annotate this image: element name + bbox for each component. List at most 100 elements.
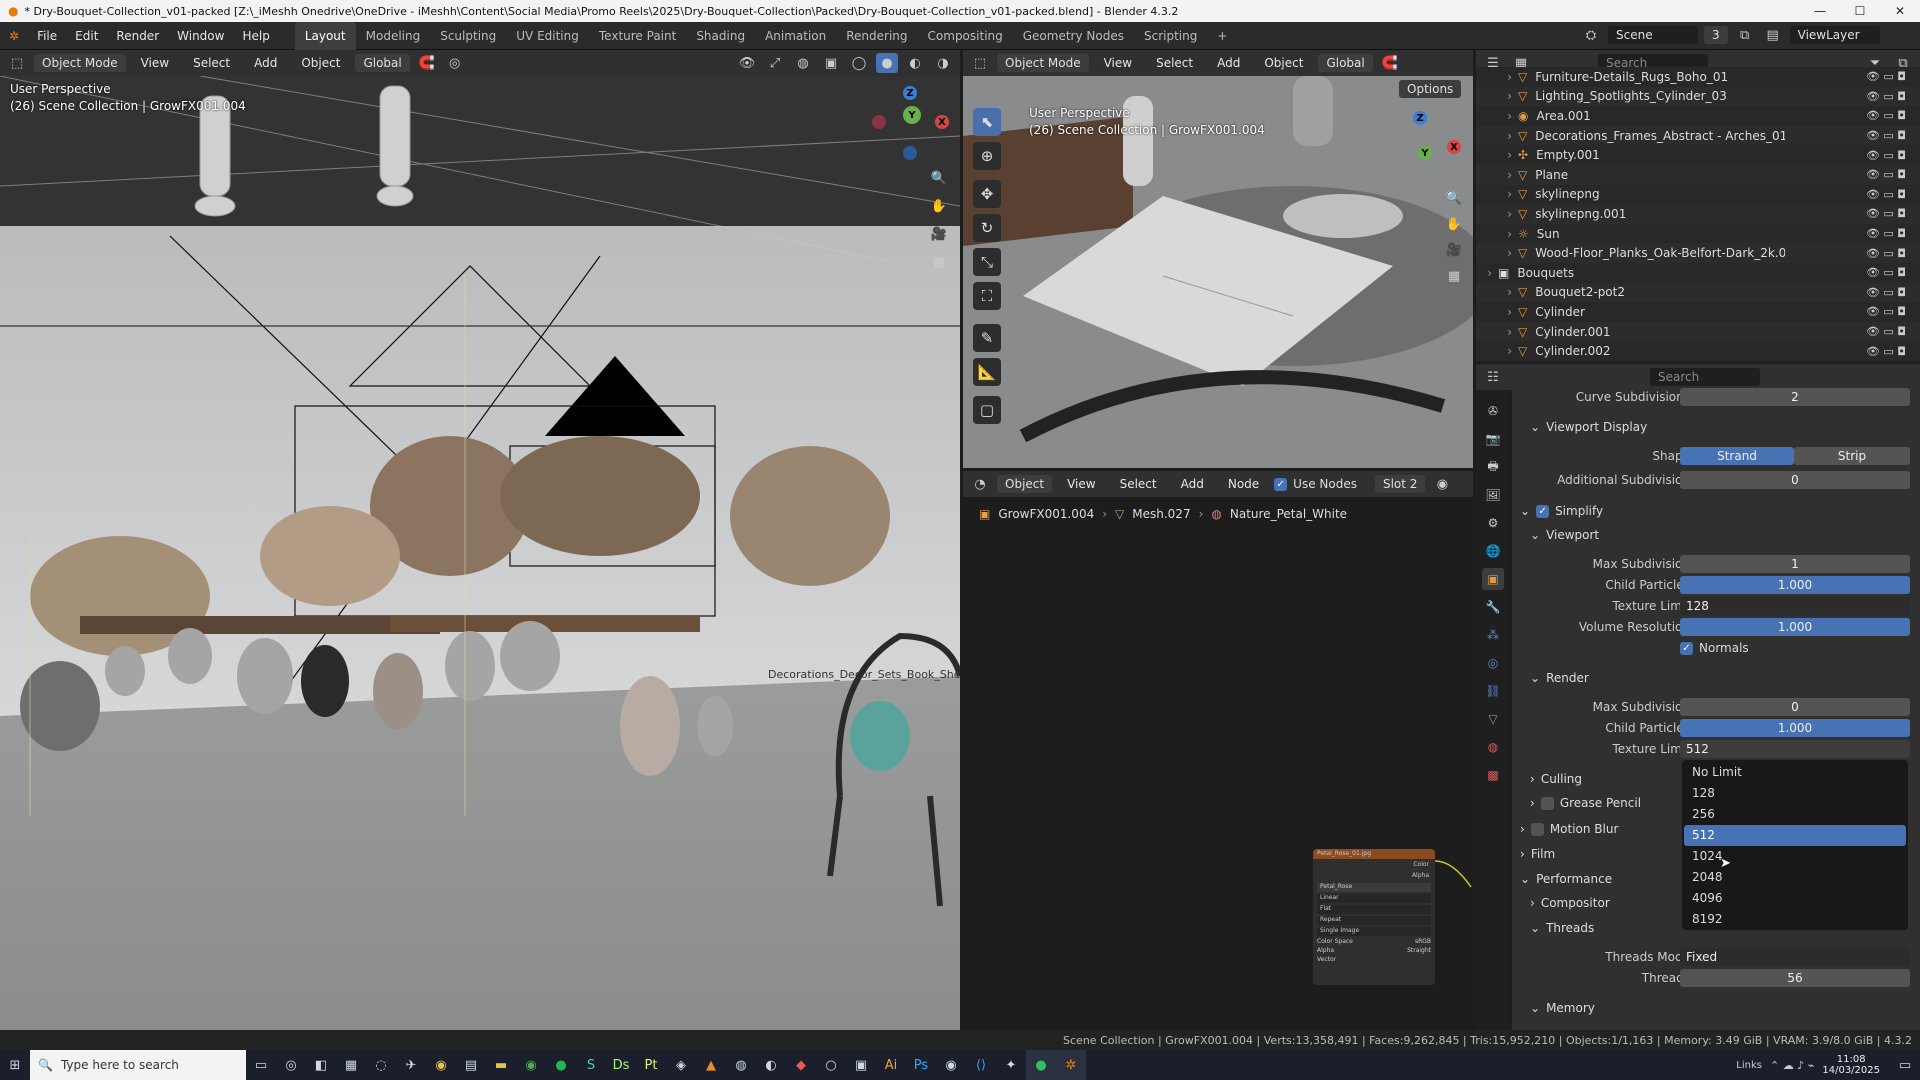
add-workspace-button[interactable]: + <box>1207 22 1237 50</box>
app-icon-3[interactable]: ▦ <box>336 1050 366 1080</box>
scene-name-field[interactable]: Scene <box>1608 26 1698 44</box>
expand-arrow-icon[interactable]: › <box>1476 168 1518 182</box>
node-interpolation[interactable]: Linear <box>1317 894 1431 903</box>
ortho-grid-icon[interactable]: ▦ <box>928 252 950 272</box>
right-pan-hand-icon[interactable]: ✋ <box>1443 214 1465 234</box>
tab-sculpting[interactable]: Sculpting <box>430 22 506 50</box>
blender-taskbar-icon[interactable]: ✲ <box>1056 1050 1086 1080</box>
view-layer-icon[interactable]: ▤ <box>1762 25 1784 45</box>
particles-tab-icon[interactable]: ⁂ <box>1482 624 1504 646</box>
node-menu-add[interactable]: Add <box>1172 470 1213 498</box>
right-gizmo-z[interactable]: Z <box>1413 111 1427 125</box>
texture-limit-option[interactable]: 4096 <box>1684 888 1906 909</box>
illustrator-icon[interactable]: Ai <box>876 1050 906 1080</box>
app-icon-13[interactable]: ✦ <box>996 1050 1026 1080</box>
snap-icon[interactable]: 🧲 <box>416 53 438 73</box>
gizmo-neg-x-axis[interactable] <box>872 115 886 129</box>
gizmo-neg-z-axis[interactable] <box>903 146 917 160</box>
outliner-item-name[interactable]: Wood-Floor_Planks_Oak-Belfort-Dark_2k.00… <box>1535 246 1785 260</box>
expand-arrow-icon[interactable]: › <box>1476 246 1518 260</box>
simplify-panel[interactable]: ⌄ ✓ Simplify <box>1520 501 1603 521</box>
visibility-toggle-icon[interactable]: 👁 ▭ ◘ <box>1866 247 1906 260</box>
outliner-item-name[interactable]: Cylinder.001 <box>1535 325 1610 339</box>
outliner-row[interactable]: › ▽ Plane 👁 ▭ ◘ <box>1476 165 1920 185</box>
menu-render[interactable]: Render <box>107 22 168 50</box>
visibility-toggle-icon[interactable]: 👁 ▭ ◘ <box>1866 227 1906 240</box>
overlay-icon[interactable]: ◍ <box>792 53 814 73</box>
constraints-tab-icon[interactable]: ⛓ <box>1482 680 1504 702</box>
right-gizmo-y[interactable]: Y <box>1418 146 1432 160</box>
shape-strip-button[interactable]: Strip <box>1794 447 1910 465</box>
view-layer-field[interactable]: ViewLayer <box>1789 26 1880 44</box>
visibility-icon[interactable]: 👁 <box>736 53 758 73</box>
right-grid-icon[interactable]: ▦ <box>1443 266 1465 286</box>
modifier-tab-icon[interactable]: 🔧 <box>1482 596 1504 618</box>
right-zoom-icon[interactable]: 🔍 <box>1443 188 1465 208</box>
outliner-row[interactable]: › ▽ Cylinder.002 👁 ▭ ◘ <box>1476 341 1920 361</box>
node-projection[interactable]: Flat <box>1317 905 1431 914</box>
visibility-toggle-icon[interactable]: 👁 ▭ ◘ <box>1866 207 1906 220</box>
scene-users-count[interactable]: 3 <box>1704 26 1728 44</box>
expand-arrow-icon[interactable]: › <box>1476 129 1518 143</box>
explorer-icon[interactable]: ▬ <box>486 1050 516 1080</box>
visibility-toggle-icon[interactable]: 👁 ▭ ◘ <box>1866 286 1906 299</box>
maximize-button[interactable]: ☐ <box>1840 0 1880 22</box>
visibility-toggle-icon[interactable]: 👁 ▭ ◘ <box>1866 70 1906 83</box>
left-menu-add[interactable]: Add <box>245 49 286 77</box>
app-icon-7[interactable]: ◍ <box>726 1050 756 1080</box>
close-button[interactable]: ✕ <box>1880 0 1920 22</box>
app-icon-6[interactable]: ◈ <box>666 1050 696 1080</box>
vp-child-particles-field[interactable]: 1.000 <box>1680 576 1910 594</box>
vp-max-subdiv-field[interactable]: 1 <box>1680 555 1910 573</box>
left-menu-object[interactable]: Object <box>292 49 349 77</box>
outliner-row[interactable]: › ▽ skylinepng 👁 ▭ ◘ <box>1476 185 1920 205</box>
left-menu-select[interactable]: Select <box>184 49 239 77</box>
tool-select-box[interactable]: ⬉ <box>973 108 1001 136</box>
outliner-row[interactable]: › ✣ Empty.001 👁 ▭ ◘ <box>1476 145 1920 165</box>
menu-edit[interactable]: Edit <box>66 22 107 50</box>
threads-mode-dropdown[interactable]: Fixed <box>1680 948 1910 966</box>
gizmo-z-axis[interactable]: Z <box>903 86 917 100</box>
texture-limit-option[interactable]: No Limit <box>1684 762 1906 783</box>
performance-panel[interactable]: ⌄ Performance <box>1520 869 1612 889</box>
taskbar-clock[interactable]: 11:08 14/03/2025 <box>1822 1054 1880 1076</box>
r-texture-limit-dropdown[interactable]: 512 <box>1680 740 1910 758</box>
windows-start-icon[interactable]: ⊞ <box>0 1050 30 1080</box>
viewport-display-panel[interactable]: ⌄ Viewport Display <box>1530 417 1647 437</box>
expand-arrow-icon[interactable]: › <box>1476 187 1518 201</box>
right-mode-dropdown[interactable]: Object Mode <box>997 54 1089 72</box>
visibility-toggle-icon[interactable]: 👁 ▭ ◘ <box>1866 188 1906 201</box>
notification-icon[interactable]: ▭ <box>1890 1050 1920 1080</box>
tab-rendering[interactable]: Rendering <box>836 22 917 50</box>
node-menu-view[interactable]: View <box>1058 470 1104 498</box>
tab-texture-paint[interactable]: Texture Paint <box>589 22 686 50</box>
node-type-dropdown[interactable]: Object <box>997 475 1053 493</box>
outliner-item-name[interactable]: Bouquet2-pot2 <box>1535 285 1625 299</box>
shading-render-icon[interactable]: ◑ <box>932 53 954 73</box>
use-nodes-checkbox[interactable]: ✓ <box>1274 477 1288 491</box>
outliner-item-name[interactable]: Decorations_Frames_Abstract - Arches_01_… <box>1535 129 1785 143</box>
outliner-item-name[interactable]: Area.001 <box>1536 109 1590 123</box>
app-icon-1[interactable]: ◎ <box>276 1050 306 1080</box>
app-icon-12[interactable]: ◉ <box>936 1050 966 1080</box>
outliner-item-name[interactable]: Sun <box>1537 227 1560 241</box>
new-scene-icon[interactable]: ⧉ <box>1734 25 1756 45</box>
visibility-toggle-icon[interactable]: 👁 ▭ ◘ <box>1866 109 1906 122</box>
expand-arrow-icon[interactable]: › <box>1476 344 1518 358</box>
expand-arrow-icon[interactable]: › <box>1476 227 1518 241</box>
expand-arrow-icon[interactable]: › <box>1476 148 1518 162</box>
texture-limit-option[interactable]: 256 <box>1684 804 1906 825</box>
outliner-item-name[interactable]: Furniture-Details_Rugs_Boho_01 <box>1535 70 1728 84</box>
r-child-particles-field[interactable]: 1.000 <box>1680 719 1910 737</box>
tab-modeling[interactable]: Modeling <box>356 22 431 50</box>
outliner-row[interactable]: › ▽ Decorations_Frames_Abstract - Arches_0… <box>1476 125 1920 146</box>
right-orientation-dropdown[interactable]: Global <box>1318 54 1373 72</box>
properties-search[interactable]: Search <box>1650 368 1760 386</box>
simplify-viewport-subpanel[interactable]: ⌄ Viewport <box>1530 525 1599 545</box>
right-menu-select[interactable]: Select <box>1147 49 1202 77</box>
links-label[interactable]: Links <box>1736 1060 1762 1071</box>
chrome-icon[interactable]: ◉ <box>426 1050 456 1080</box>
node-alpha-value[interactable]: Straight <box>1407 947 1431 954</box>
curve-subdiv-field[interactable]: 2 <box>1680 388 1910 406</box>
menu-help[interactable]: Help <box>233 22 278 50</box>
